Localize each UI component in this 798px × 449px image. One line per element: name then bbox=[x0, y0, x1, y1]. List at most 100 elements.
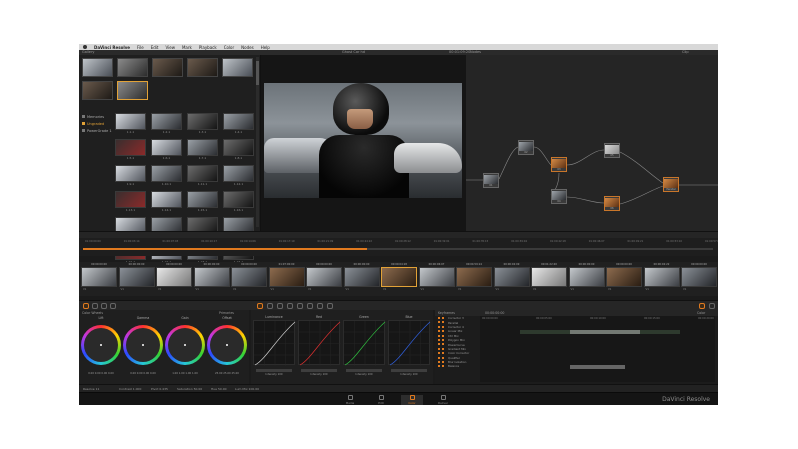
menu-file[interactable]: File bbox=[137, 45, 144, 50]
album-memories[interactable]: Memories bbox=[82, 113, 112, 120]
keyframe-lock-icon[interactable] bbox=[438, 325, 440, 328]
color-wheel-gain[interactable] bbox=[165, 325, 205, 365]
key-tool-icon[interactable] bbox=[307, 303, 313, 309]
intensity-slider[interactable] bbox=[346, 369, 382, 372]
menu-app-name[interactable]: DaVinci Resolve bbox=[94, 45, 130, 50]
gallery-thumbnail[interactable]: 1.9.1 bbox=[115, 165, 146, 186]
menu-playback[interactable]: Playback bbox=[199, 45, 217, 50]
gallery-thumbnail[interactable]: 1.12.1 bbox=[223, 165, 254, 186]
page-color[interactable]: Color bbox=[401, 395, 423, 405]
curve-editor-luminance[interactable] bbox=[253, 320, 296, 366]
timeline-clip[interactable]: 00:01:22:20 V1 bbox=[531, 262, 567, 296]
curves-tool-icon[interactable] bbox=[257, 303, 263, 309]
curve-editor-blue[interactable] bbox=[388, 320, 431, 366]
gallery-thumbnail[interactable]: 1.16.1 bbox=[223, 191, 254, 212]
gallery-thumbnail[interactable]: 1.13.1 bbox=[115, 191, 146, 212]
timeline-clip[interactable]: 00:00:06:07 V1 bbox=[418, 262, 455, 296]
gallery-thumbnail[interactable]: 1.7.1 bbox=[187, 139, 218, 160]
curve-intensity[interactable]: Intensity 100 bbox=[388, 369, 430, 376]
still-thumbnail[interactable] bbox=[222, 58, 253, 77]
scroll-thumb[interactable] bbox=[256, 61, 259, 85]
curve-intensity[interactable]: Intensity 100 bbox=[253, 369, 295, 376]
still-thumbnail[interactable] bbox=[117, 58, 148, 77]
timeline-clip[interactable]: 00:00:00:00 V1 bbox=[156, 262, 192, 296]
apple-icon[interactable] bbox=[83, 45, 87, 49]
still-thumbnail[interactable] bbox=[82, 81, 113, 100]
intensity-slider[interactable] bbox=[391, 369, 427, 372]
timeline-clip[interactable]: 00:00:00:00 V1 bbox=[343, 262, 380, 296]
keyframe-toggle-icon[interactable] bbox=[442, 317, 444, 319]
color-wheel-offset[interactable] bbox=[207, 325, 247, 365]
contrast-value[interactable]: Contrast 1.000 bbox=[119, 387, 141, 391]
node-05[interactable]: 05 bbox=[604, 143, 620, 158]
keyframe-toggle-icon[interactable] bbox=[442, 343, 444, 346]
hue-value[interactable]: Hue 50.00 bbox=[211, 387, 227, 391]
node-01[interactable]: 01 bbox=[483, 173, 499, 188]
wheels-mode[interactable]: Primaries bbox=[219, 311, 234, 315]
viewer-frame[interactable] bbox=[264, 83, 462, 198]
keyframe-toggle-icon[interactable] bbox=[442, 321, 444, 324]
wheel-puck[interactable] bbox=[142, 344, 144, 346]
keyframe-toggle-icon[interactable] bbox=[442, 365, 444, 368]
album-ungraded[interactable]: Ungraded bbox=[82, 120, 112, 127]
curve-intensity[interactable]: Intensity 100 bbox=[298, 369, 340, 376]
page-deliver[interactable]: Deliver bbox=[432, 395, 454, 405]
timeline-clip[interactable]: 00:04:59:14 V1 bbox=[456, 262, 492, 296]
keyframe-tracks[interactable]: 00:00:00:00 00:00:05:00 00:00:10:00 00:00:1… bbox=[480, 316, 715, 382]
wheel-puck[interactable] bbox=[100, 344, 102, 346]
keyframe-toggle-icon[interactable] bbox=[442, 325, 444, 328]
intensity-slider[interactable] bbox=[301, 369, 337, 372]
still-thumbnail[interactable] bbox=[152, 58, 183, 77]
menu-nodes[interactable]: Nodes bbox=[241, 45, 254, 50]
gallery-thumbnail[interactable]: 1.4.1 bbox=[223, 113, 254, 134]
keyframe-lock-icon[interactable] bbox=[438, 365, 440, 368]
clip-label[interactable]: Clip bbox=[682, 50, 689, 54]
timeline-clip[interactable]: 01:07:00:00 V1 bbox=[268, 262, 305, 296]
gallery-thumbnail[interactable]: 1.3.1 bbox=[187, 113, 218, 134]
keyframe-lock-icon[interactable] bbox=[438, 317, 440, 319]
timeline-clip[interactable]: 00:00:00:00 V1 bbox=[231, 262, 267, 296]
timeline-ruler[interactable]: 01:00:00:00 01:00:03:14 01:00:07:03 01:00:1… bbox=[79, 238, 718, 256]
scopes-tool-icon[interactable] bbox=[709, 303, 715, 309]
menu-help[interactable]: Help bbox=[261, 45, 270, 50]
gallery-thumbnail[interactable]: 1.6.1 bbox=[151, 139, 182, 160]
timeline-clip[interactable]: 00:00:00:00 V1 bbox=[681, 262, 717, 296]
keyframe-toggle-icon[interactable] bbox=[442, 330, 444, 333]
node-04[interactable]: 04 bbox=[551, 189, 567, 204]
gallery-thumbnail[interactable]: 1.10.1 bbox=[151, 165, 182, 186]
color-match-tool-icon[interactable] bbox=[92, 303, 98, 309]
keyframe-lock-icon[interactable] bbox=[438, 360, 440, 363]
still-thumbnail[interactable] bbox=[187, 58, 218, 77]
lum-mix-value[interactable]: Lum Mix 100.00 bbox=[235, 387, 259, 391]
wheel-puck[interactable] bbox=[184, 344, 186, 346]
album-powergrade[interactable]: PowerGrade 1 bbox=[82, 127, 112, 134]
tracker-tool-icon[interactable] bbox=[287, 303, 293, 309]
gallery-thumbnail[interactable]: 1.11.1 bbox=[187, 165, 218, 186]
node-06[interactable]: 06 bbox=[604, 196, 620, 211]
gallery-thumbnail[interactable]: 1.8.1 bbox=[223, 139, 254, 160]
keyframe-track[interactable]: Balance bbox=[435, 364, 477, 368]
timeline-clip[interactable]: 00:00:00:00 V1 bbox=[193, 262, 230, 296]
blur-tool-icon[interactable] bbox=[297, 303, 303, 309]
page-edit[interactable]: Edit bbox=[370, 395, 392, 405]
keyframe-lock-icon[interactable] bbox=[438, 352, 440, 355]
gallery-thumbnail[interactable]: 1.5.1 bbox=[115, 139, 146, 160]
saturation-value[interactable]: Saturation 50.00 bbox=[177, 387, 202, 391]
menu-mark[interactable]: Mark bbox=[182, 45, 192, 50]
keyframe-lock-icon[interactable] bbox=[438, 334, 440, 337]
curve-editor-green[interactable] bbox=[343, 320, 386, 366]
3d-tool-icon[interactable] bbox=[327, 303, 333, 309]
sizing-tool-icon[interactable] bbox=[317, 303, 323, 309]
page-media[interactable]: Media bbox=[339, 395, 361, 405]
wheel-puck[interactable] bbox=[226, 344, 228, 346]
keyframe-lock-icon[interactable] bbox=[438, 330, 440, 333]
keyframe-toggle-icon[interactable] bbox=[442, 352, 444, 355]
keyframe-toggle-icon[interactable] bbox=[442, 338, 444, 341]
timeline-clip[interactable]: 00:00:02:22 V1 bbox=[643, 262, 680, 296]
wheels-tool-icon[interactable] bbox=[101, 303, 107, 309]
gallery-thumbnail[interactable]: 1.14.1 bbox=[151, 191, 182, 212]
menu-edit[interactable]: Edit bbox=[151, 45, 159, 50]
keyframe-toggle-icon[interactable] bbox=[442, 360, 444, 363]
timeline-clip[interactable]: 00:00:00:00 V1 bbox=[118, 262, 155, 296]
timeline-clip[interactable]: 00:00:00:00 V1 bbox=[606, 262, 642, 296]
